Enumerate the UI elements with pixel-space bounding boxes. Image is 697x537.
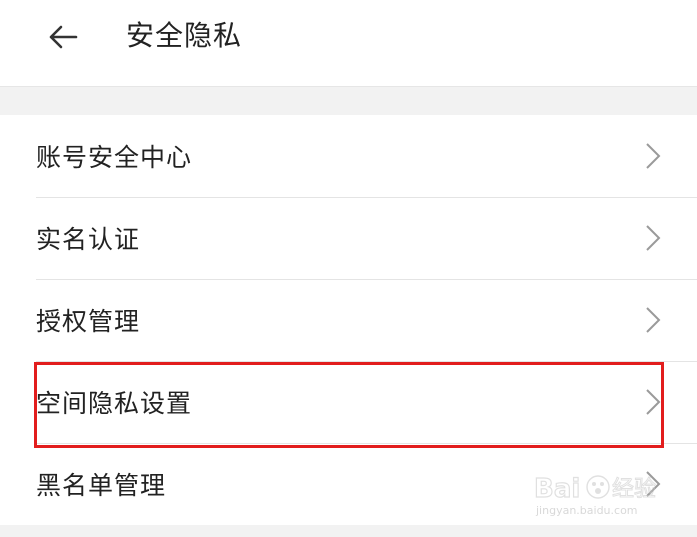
- menu-item-account-security[interactable]: 账号安全中心: [0, 115, 697, 197]
- menu-item-space-privacy-settings[interactable]: 空间隐私设置: [0, 361, 697, 443]
- chevron-right-icon: [646, 225, 661, 251]
- menu-item-real-name-verification[interactable]: 实名认证: [0, 197, 697, 279]
- menu-item-label: 授权管理: [36, 307, 141, 336]
- menu-item-blacklist-management[interactable]: 黑名单管理: [0, 443, 697, 525]
- page-title: 安全隐私: [126, 19, 243, 52]
- arrow-left-icon: [49, 25, 78, 49]
- settings-menu: 账号安全中心 实名认证 授权管理 空间隐私设置 黑名单管理: [0, 115, 697, 525]
- menu-item-label: 空间隐私设置: [36, 389, 193, 418]
- back-button[interactable]: [40, 14, 86, 60]
- menu-item-label: 实名认证: [36, 225, 141, 254]
- menu-item-label: 账号安全中心: [36, 143, 193, 172]
- chevron-right-icon: [646, 389, 661, 415]
- chevron-right-icon: [646, 307, 661, 333]
- menu-item-label: 黑名单管理: [36, 471, 167, 500]
- menu-item-authorization-management[interactable]: 授权管理: [0, 279, 697, 361]
- top-bar: 安全隐私: [0, 0, 697, 87]
- chevron-right-icon: [646, 471, 661, 497]
- section-divider: [0, 87, 697, 115]
- chevron-right-icon: [646, 143, 661, 169]
- app-screen: 安全隐私 账号安全中心 实名认证 授权管理 空间隐私设置 黑名单管理 Bai 经…: [0, 0, 697, 537]
- bottom-padding: [0, 525, 697, 537]
